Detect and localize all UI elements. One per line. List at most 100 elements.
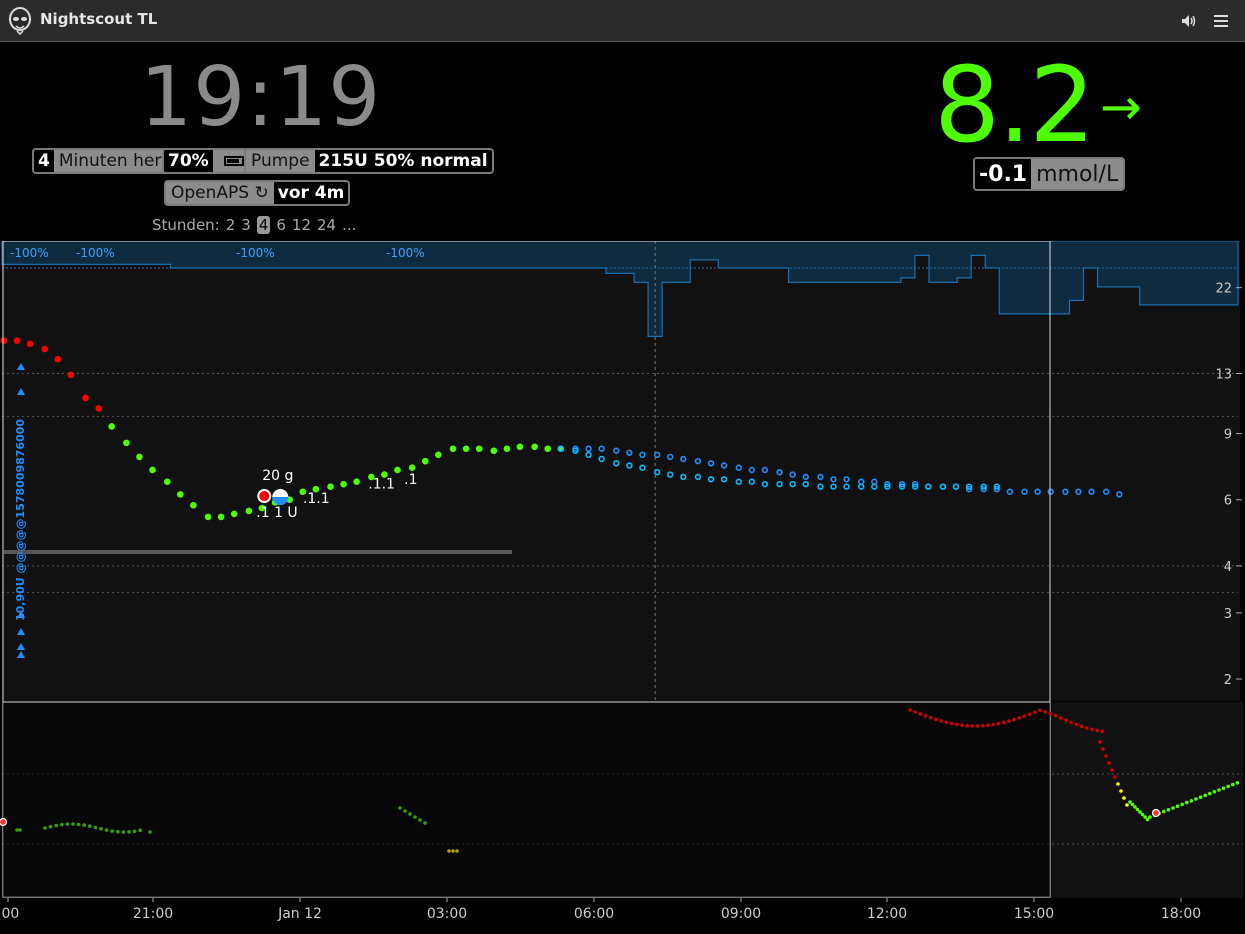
overview-bg-dot xyxy=(1231,782,1235,787)
overview-bg-dot xyxy=(1208,791,1212,796)
bg-reading-dot xyxy=(95,405,102,412)
overview-bg-dot xyxy=(918,712,923,716)
last-reading-label: Minuten her xyxy=(53,150,167,172)
overview-bg-dot xyxy=(1101,747,1105,751)
overview-bg-dot xyxy=(398,806,402,810)
hours-option-12[interactable]: 12 xyxy=(292,216,311,234)
pump-value: 215U 50% normal xyxy=(314,150,492,172)
overview-bg-dot xyxy=(965,723,969,728)
y-tick-label: 13 xyxy=(1215,368,1232,383)
overview-bg-dot xyxy=(54,823,58,828)
overview-bg-dot xyxy=(413,815,417,819)
overview-bg-dot xyxy=(923,714,928,718)
overview-bg-dot xyxy=(121,830,126,834)
overview-bg-dot xyxy=(1180,802,1184,807)
overview-bg-dot xyxy=(1198,795,1203,799)
delta-pill: -0.1 mmol/L xyxy=(973,157,1126,191)
bg-reading-dot xyxy=(475,445,483,453)
overview-bg-dot xyxy=(1027,712,1032,717)
overview-bg-dot xyxy=(148,830,152,834)
overview-bg-dot xyxy=(1122,796,1126,800)
bg-reading-dot xyxy=(0,337,8,344)
bg-reading-dot xyxy=(136,453,143,461)
basal-percent-label: -100% xyxy=(10,246,49,260)
overview-bg-dot xyxy=(970,724,975,728)
overview-bg-dot xyxy=(43,826,47,830)
battery-value: 70% xyxy=(164,150,213,172)
overview-bg-dot xyxy=(408,812,412,816)
openaps-pill: OpenAPS ↻ vor 4m xyxy=(164,180,351,206)
hours-selector: Stunden: 2 3 4 6 12 24 ... xyxy=(152,216,356,234)
hours-option-3[interactable]: 3 xyxy=(241,216,251,234)
overview-x-tick-label: 12:00 xyxy=(867,906,907,922)
openaps-label: OpenAPS ↻ xyxy=(166,182,274,204)
basal-percent-label: -100% xyxy=(386,246,425,260)
bg-reading-dot xyxy=(449,445,457,453)
overview-bg-dot xyxy=(403,809,407,813)
overview-bg-dot xyxy=(1048,711,1053,716)
overview-bg-dot xyxy=(1098,740,1102,744)
overview-bg-dot xyxy=(110,829,114,833)
overview-bg-dot xyxy=(1125,803,1129,807)
bg-reading-dot xyxy=(149,466,156,474)
overview-bg-dot xyxy=(1059,716,1063,720)
overview-x-tick-label: 06:00 xyxy=(574,906,614,922)
overview-bg-dot xyxy=(138,828,142,833)
bg-reading-dot xyxy=(490,447,498,455)
bg-reading-dot xyxy=(13,337,21,344)
overview-carb-marker xyxy=(1151,808,1161,818)
hours-option-6[interactable]: 6 xyxy=(276,216,286,234)
overview-bg-dot xyxy=(1148,815,1152,819)
overview-bg-dot xyxy=(93,825,98,830)
bg-reading-dot xyxy=(26,340,34,348)
battery-pill: 70% xyxy=(162,148,251,174)
overview-bg-dot xyxy=(1217,788,1221,792)
bg-reading-dot xyxy=(516,443,524,451)
overview-bg-dot xyxy=(949,721,954,726)
clock: 19:19 xyxy=(140,50,382,145)
overview-x-tick-label: Jan 12 xyxy=(277,906,322,922)
bg-reading-dot xyxy=(217,513,225,521)
bg-reading-dot xyxy=(462,445,470,453)
title-bar: Nightscout TL xyxy=(0,0,1245,42)
basal-percent-label: -100% xyxy=(236,246,275,260)
overview-brush-mask xyxy=(3,702,1050,897)
overview-x-tick-label: 18:00 xyxy=(1161,906,1201,922)
overview-bg-dot xyxy=(1038,708,1042,713)
hours-option-2[interactable]: 2 xyxy=(226,216,236,234)
app-title: Nightscout TL xyxy=(40,10,158,28)
overview-bg-dot xyxy=(71,822,75,826)
overview-bg-dot xyxy=(1107,761,1111,765)
overview-bg-dot xyxy=(1001,720,1006,725)
hours-option-24[interactable]: 24 xyxy=(317,216,336,234)
overview-bg-dot xyxy=(908,708,912,712)
bg-reading-dot xyxy=(108,423,116,430)
bg-reading-dot xyxy=(123,439,130,447)
overview-bg-dot xyxy=(955,722,959,727)
bg-reading-dot xyxy=(177,491,184,498)
bg-reading-dot xyxy=(503,445,511,453)
bg-delta: -0.1 xyxy=(975,159,1032,189)
hours-option-more[interactable]: ... xyxy=(342,216,356,234)
last-reading-pill: 4 Minuten her xyxy=(32,148,169,174)
overview-bg-dot xyxy=(1212,790,1217,794)
bg-reading-dot xyxy=(421,457,429,465)
overview-bg-dot xyxy=(1090,727,1094,732)
overview-bg-dot xyxy=(944,720,949,725)
chart-area[interactable]: -100%-100%-100%-100%22139643216:0017:001… xyxy=(0,241,1245,934)
overview-bg-dot xyxy=(1012,717,1016,722)
hours-option-4[interactable]: 4 xyxy=(256,216,271,234)
overview-bg-dot xyxy=(1203,793,1207,798)
bolus-vertical-label: 10,90U @@@@@1578009876000 xyxy=(14,419,27,621)
speaker-icon[interactable] xyxy=(1180,12,1198,30)
bg-reading-dot xyxy=(340,480,347,488)
bg-reading-dot xyxy=(435,451,442,459)
insulin-label: .1 1 U xyxy=(256,505,297,521)
overview-bg-dot xyxy=(82,823,86,827)
overview-bg-dot xyxy=(981,723,985,728)
trend-arrow: → xyxy=(1100,78,1142,136)
hamburger-menu-icon[interactable] xyxy=(1212,12,1230,30)
bg-chart[interactable]: -100%-100%-100%-100%22139643216:0017:001… xyxy=(0,241,1245,934)
overview-bg-dot xyxy=(104,828,109,832)
overview-bg-dot xyxy=(1113,775,1117,779)
